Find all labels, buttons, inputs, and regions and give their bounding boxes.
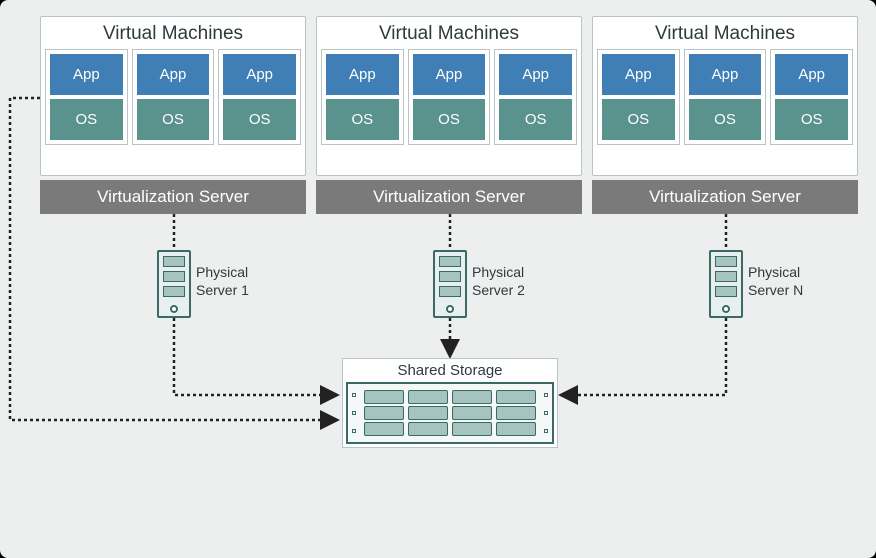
os-box: OS — [689, 99, 762, 140]
physical-server-icon-1 — [157, 250, 191, 318]
app-box: App — [326, 54, 399, 95]
app-box: App — [689, 54, 762, 95]
virtualization-diagram: Virtual Machines AppOS AppOS AppOS Virtu… — [0, 0, 876, 558]
physical-server-label-2: PhysicalServer 2 — [472, 264, 525, 299]
vm-group-3: Virtual Machines AppOS AppOS AppOS — [592, 16, 858, 176]
virtualization-server-3: Virtualization Server — [592, 180, 858, 214]
app-box: App — [50, 54, 123, 95]
app-box: App — [775, 54, 848, 95]
physical-server-label-1: PhysicalServer 1 — [196, 264, 249, 299]
os-box: OS — [775, 99, 848, 140]
app-box: App — [137, 54, 210, 95]
app-box: App — [223, 54, 296, 95]
app-box: App — [602, 54, 675, 95]
vm-group-title: Virtual Machines — [317, 17, 581, 49]
virtualization-server-1: Virtualization Server — [40, 180, 306, 214]
os-box: OS — [50, 99, 123, 140]
shared-storage-title: Shared Storage — [343, 359, 557, 382]
vm-group-2: Virtual Machines AppOS AppOS AppOS — [316, 16, 582, 176]
app-box: App — [499, 54, 572, 95]
os-box: OS — [499, 99, 572, 140]
vm-group-title: Virtual Machines — [41, 17, 305, 49]
physical-server-icon-3 — [709, 250, 743, 318]
app-box: App — [413, 54, 486, 95]
storage-rack-icon — [346, 382, 554, 444]
physical-server-label-3: PhysicalServer N — [748, 264, 803, 299]
vm-group-1: Virtual Machines AppOS AppOS AppOS — [40, 16, 306, 176]
vm-group-title: Virtual Machines — [593, 17, 857, 49]
os-box: OS — [413, 99, 486, 140]
os-box: OS — [223, 99, 296, 140]
os-box: OS — [137, 99, 210, 140]
virtualization-server-2: Virtualization Server — [316, 180, 582, 214]
shared-storage: Shared Storage — [342, 358, 558, 448]
physical-server-icon-2 — [433, 250, 467, 318]
os-box: OS — [602, 99, 675, 140]
os-box: OS — [326, 99, 399, 140]
